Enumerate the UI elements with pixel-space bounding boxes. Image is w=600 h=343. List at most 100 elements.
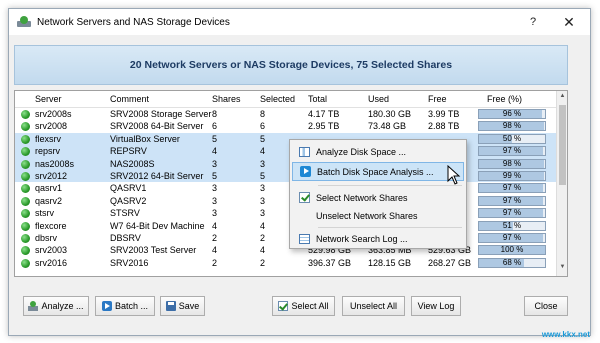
cell-comment: VirtualBox Server bbox=[110, 133, 180, 144]
column-header-free-percent[interactable]: Free (%) bbox=[487, 94, 522, 104]
column-header-server[interactable]: Server bbox=[35, 94, 62, 104]
table-row[interactable]: nas2008s NAS2008S 3 3 98 % bbox=[15, 157, 558, 170]
context-menu: Analyze Disk Space ... Batch Disk Space … bbox=[289, 139, 467, 249]
status-online-icon bbox=[21, 221, 30, 231]
cell-total: 396.37 GB bbox=[308, 257, 352, 268]
status-online-icon bbox=[21, 134, 30, 144]
cell-comment: SRV2008 64-Bit Server bbox=[110, 121, 204, 132]
scroll-thumb[interactable] bbox=[559, 105, 566, 185]
analyze-button-label: Analyze ... bbox=[41, 301, 84, 311]
list-rows: srv2008s SRV2008 Storage Server 8 8 4.17 TB 1… bbox=[15, 108, 558, 276]
scroll-up-icon[interactable]: ▲ bbox=[557, 93, 567, 103]
table-row[interactable]: srv2016 SRV2016 2 2 396.37 GB 128.15 GB 268.27… bbox=[15, 257, 558, 269]
table-row[interactable]: srv2012 SRV2012 64-Bit Server 5 5 99 % bbox=[15, 169, 558, 183]
table-row[interactable]: flexsrv VirtualBox Server 5 5 50 % bbox=[15, 132, 558, 146]
table-row[interactable]: srv2008s SRV2008 Storage Server 8 8 4.17 TB 1… bbox=[15, 108, 558, 120]
cell-comment: SRV2016 bbox=[110, 257, 149, 268]
status-online-icon bbox=[21, 209, 30, 219]
status-online-icon bbox=[21, 147, 30, 157]
menu-item-label: Batch Disk Space Analysis ... bbox=[317, 166, 434, 177]
menu-item-network-search-log[interactable]: Network Search Log ... bbox=[292, 229, 464, 248]
free-percent-label: 98 % bbox=[502, 121, 522, 131]
status-online-icon bbox=[21, 171, 30, 181]
free-percent-label: 68 % bbox=[502, 257, 522, 267]
batch-button[interactable]: Batch ... bbox=[95, 296, 155, 316]
cell-server: srv2012 bbox=[35, 170, 68, 181]
table-row[interactable]: qasrv2 QASRV2 3 3 97 % bbox=[15, 195, 558, 207]
select-all-button[interactable]: Select All bbox=[272, 296, 335, 316]
unselect-all-button-label: Unselect All bbox=[349, 301, 398, 311]
menu-item-analyze-disk-space[interactable]: Analyze Disk Space ... bbox=[292, 142, 464, 161]
help-button[interactable]: ? bbox=[518, 9, 548, 35]
free-percent-bar: 51 % bbox=[478, 220, 546, 231]
cell-server: srv2008s bbox=[35, 109, 72, 119]
column-header-used[interactable]: Used bbox=[368, 94, 389, 104]
column-header-selected[interactable]: Selected bbox=[260, 94, 295, 104]
column-header-shares[interactable]: Shares bbox=[212, 94, 241, 104]
close-window-button[interactable]: ✕ bbox=[554, 9, 584, 35]
table-row[interactable]: stsrv STSRV 3 3 97 % bbox=[15, 207, 558, 219]
column-header-free[interactable]: Free bbox=[428, 94, 447, 104]
cell-server: srv2003 bbox=[35, 245, 68, 256]
scroll-down-icon[interactable]: ▼ bbox=[557, 264, 567, 274]
cell-selected: 2 bbox=[260, 232, 266, 243]
cell-server: repsrv bbox=[35, 146, 61, 157]
free-percent-label: 99 % bbox=[502, 170, 522, 180]
checkbox-icon bbox=[278, 301, 289, 311]
menu-item-select-network-shares[interactable]: Select Network Shares bbox=[292, 188, 464, 207]
cell-shares: 4 bbox=[212, 220, 218, 231]
menu-item-batch-disk-space-analysis[interactable]: Batch Disk Space Analysis ... bbox=[292, 162, 464, 181]
free-percent-label: 97 % bbox=[502, 208, 522, 218]
unselect-all-button[interactable]: Unselect All bbox=[342, 296, 405, 316]
cell-comment: REPSRV bbox=[110, 146, 147, 157]
free-percent-label: 97 % bbox=[502, 232, 522, 242]
free-percent-bar: 99 % bbox=[478, 170, 546, 181]
table-row[interactable] bbox=[15, 269, 558, 276]
free-percent-label: 97 % bbox=[502, 146, 522, 156]
status-online-icon bbox=[21, 233, 30, 243]
cell-selected: 6 bbox=[260, 121, 266, 132]
table-row[interactable]: dbsrv DBSRV 2 2 97 % bbox=[15, 232, 558, 244]
cell-shares: 5 bbox=[212, 170, 218, 181]
checkbox-icon bbox=[298, 192, 310, 203]
cell-shares: 2 bbox=[212, 257, 218, 268]
table-row[interactable]: flexcore W7 64-Bit Dev Machine 4 4 51 % bbox=[15, 220, 558, 232]
free-percent-label: 50 % bbox=[502, 133, 522, 143]
save-button[interactable]: Save bbox=[160, 296, 205, 316]
view-log-button-label: View Log bbox=[417, 301, 455, 311]
table-row[interactable]: qasrv1 QASRV1 3 3 97 % bbox=[15, 182, 558, 194]
column-header-comment[interactable]: Comment bbox=[110, 94, 149, 104]
free-percent-bar: 96 % bbox=[478, 109, 546, 119]
cell-selected: 4 bbox=[260, 146, 266, 157]
cell-free: 3.99 TB bbox=[428, 109, 460, 119]
cell-selected: 5 bbox=[260, 133, 266, 144]
free-percent-label: 97 % bbox=[502, 183, 522, 193]
close-button[interactable]: Close bbox=[524, 296, 568, 316]
vertical-scrollbar[interactable]: ▲ ▼ bbox=[556, 91, 567, 276]
cell-shares: 8 bbox=[212, 109, 218, 119]
cell-total: 4.17 TB bbox=[308, 109, 340, 119]
view-log-button[interactable]: View Log bbox=[411, 296, 461, 316]
column-header-total[interactable]: Total bbox=[308, 94, 327, 104]
cell-server: qasrv1 bbox=[35, 183, 63, 194]
free-percent-bar: 100 % bbox=[478, 245, 546, 256]
cell-selected: 2 bbox=[260, 257, 266, 268]
select-all-button-label: Select All bbox=[291, 301, 329, 311]
menu-item-unselect-network-shares[interactable]: Unselect Network Shares bbox=[292, 206, 464, 225]
cell-selected: 5 bbox=[260, 170, 266, 181]
status-online-icon bbox=[21, 258, 30, 268]
status-online-icon bbox=[21, 184, 30, 194]
table-row[interactable]: repsrv REPSRV 4 4 97 % bbox=[15, 145, 558, 158]
free-percent-bar: 98 % bbox=[478, 158, 546, 169]
analyze-button[interactable]: Analyze ... bbox=[23, 296, 89, 316]
cell-shares: 3 bbox=[212, 158, 218, 169]
cell-used: 128.15 GB bbox=[368, 257, 412, 268]
cell-selected: 4 bbox=[260, 220, 266, 231]
menu-separator bbox=[318, 185, 462, 186]
save-button-label: Save bbox=[178, 301, 200, 311]
cell-comment: SRV2003 Test Server bbox=[110, 245, 197, 256]
table-row[interactable]: srv2008 SRV2008 64-Bit Server 6 6 2.95 TB 73.… bbox=[15, 120, 558, 132]
server-icon bbox=[17, 16, 31, 28]
table-row[interactable]: srv2003 SRV2003 Test Server 4 4 529.98 GB 363… bbox=[15, 244, 558, 256]
cell-server: qasrv2 bbox=[35, 195, 63, 206]
